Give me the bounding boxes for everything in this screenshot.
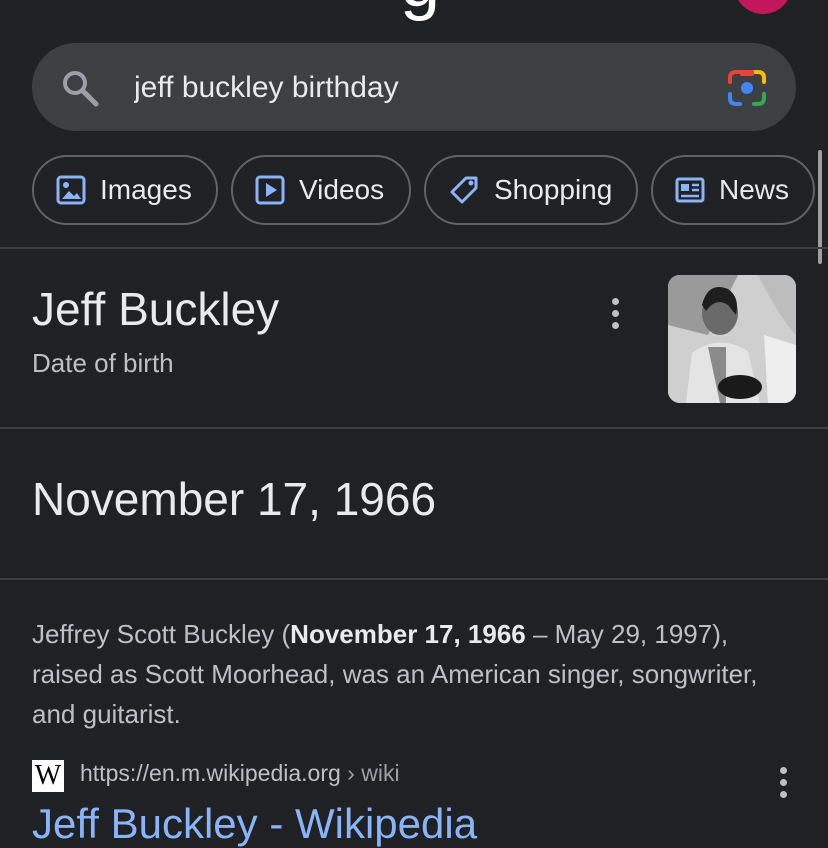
chip-images-label: Images	[100, 174, 192, 205]
chip-shopping-label: Shopping	[494, 174, 613, 205]
chip-news-label: News	[719, 174, 790, 205]
chip-shopping[interactable]: Shopping	[424, 155, 638, 225]
image-icon	[56, 175, 86, 205]
google-lens-icon[interactable]	[726, 68, 768, 108]
wikipedia-favicon-icon: W	[32, 760, 64, 792]
divider	[0, 578, 828, 580]
featured-snippet-text: Jeffrey Scott Buckley (November 17, 1966…	[32, 614, 802, 734]
chip-videos[interactable]: Videos	[231, 155, 411, 225]
result-title-link[interactable]: Jeff Buckley - Wikipedia	[32, 800, 477, 848]
search-icon[interactable]	[60, 68, 100, 108]
news-icon	[675, 177, 705, 203]
chip-news[interactable]: News	[651, 155, 815, 225]
chip-videos-label: Videos	[299, 174, 385, 205]
more-options-icon[interactable]	[612, 298, 620, 334]
snippet-bold-date: November 17, 1966	[290, 619, 526, 649]
knowledge-panel-title: Jeff Buckley	[32, 283, 280, 335]
divider	[0, 247, 828, 249]
answer-date: November 17, 1966	[32, 473, 437, 525]
result-url-breadcrumb: › wiki	[340, 760, 400, 786]
profile-thumbnail[interactable]	[668, 275, 796, 403]
tag-icon	[450, 176, 478, 204]
result-more-options-icon[interactable]	[780, 767, 788, 803]
result-url[interactable]: https://en.m.wikipedia.org › wiki	[80, 760, 400, 787]
chip-images[interactable]: Images	[32, 155, 218, 225]
divider	[0, 427, 828, 429]
result-url-domain: https://en.m.wikipedia.org	[80, 760, 341, 786]
search-input[interactable]	[134, 66, 694, 110]
account-avatar[interactable]	[734, 0, 792, 14]
knowledge-panel-subtitle: Date of birth	[32, 348, 174, 378]
google-logo-fragment: g	[400, 0, 440, 18]
video-icon	[255, 175, 285, 205]
snippet-text-start: Jeffrey Scott Buckley (	[32, 619, 291, 649]
